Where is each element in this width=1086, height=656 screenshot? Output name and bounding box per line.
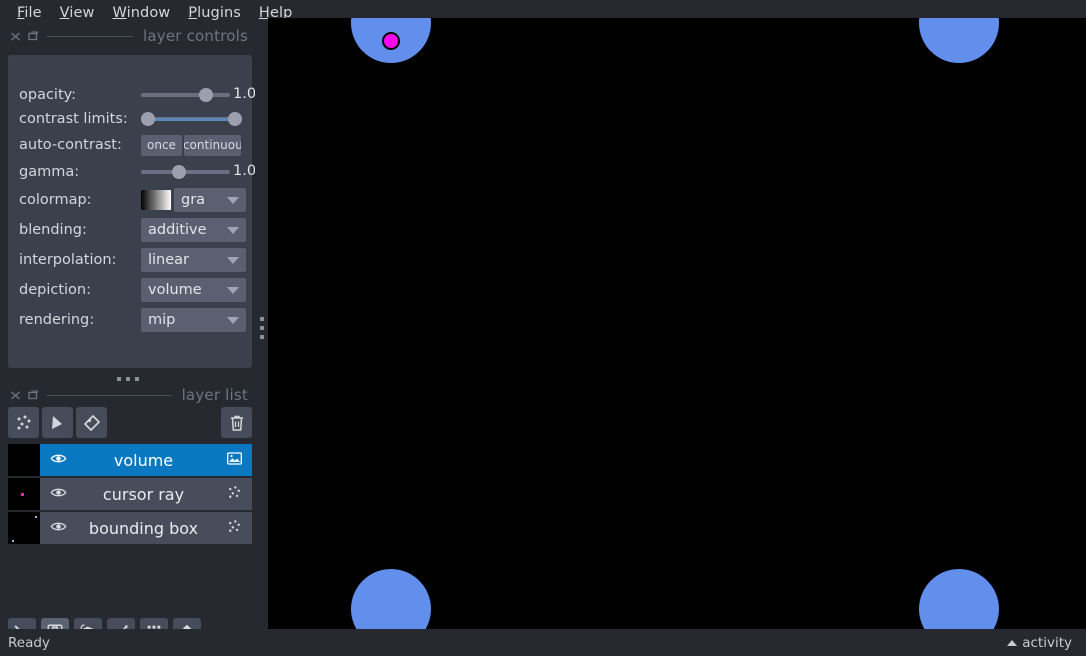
new-labels-layer-button[interactable]: [76, 407, 107, 438]
control-row-colormap: colormap: gra: [8, 187, 252, 213]
control-row-interpolation: interpolation: linear: [8, 247, 252, 273]
chevron-down-icon: [227, 317, 239, 324]
panel-splitter-handle[interactable]: [0, 372, 256, 386]
volume-sphere: [919, 569, 999, 629]
rendering-value: mip: [148, 312, 176, 328]
titlebar-rule: [47, 394, 172, 396]
layer-controls-title: layer controls: [142, 27, 248, 45]
rendering-dropdown[interactable]: mip: [141, 308, 246, 332]
opacity-label: opacity:: [19, 87, 77, 103]
interpolation-dropdown[interactable]: linear: [141, 248, 246, 272]
visibility-toggle-icon[interactable]: [50, 450, 67, 471]
points-icon: [226, 484, 243, 505]
depiction-dropdown[interactable]: volume: [141, 278, 246, 302]
labels-tag-icon: [83, 414, 100, 431]
auto-contrast-continuous-button[interactable]: continuous: [183, 134, 241, 156]
rendering-label: rendering:: [19, 312, 95, 328]
caret-up-icon: [1007, 639, 1018, 646]
float-icon[interactable]: [28, 27, 39, 46]
chevron-down-icon: [227, 197, 239, 204]
interpolation-label: interpolation:: [19, 252, 117, 268]
layer-list-title: layer list: [181, 386, 248, 404]
control-row-blending: blending: additive: [8, 217, 252, 243]
blending-label: blending:: [19, 222, 87, 238]
layer-thumbnail: [8, 478, 40, 510]
close-icon[interactable]: [10, 27, 21, 46]
layer-thumbnail: [8, 512, 40, 544]
layer-controls-dock-titlebar: layer controls: [0, 26, 256, 46]
layer-list: volume cursor ray bounding box: [8, 444, 252, 546]
control-row-opacity: opacity: 1.0: [8, 83, 255, 107]
control-row-depiction: depiction: volume: [8, 277, 252, 303]
control-row-rendering: rendering: mip: [8, 307, 252, 333]
colormap-swatch: [141, 190, 171, 210]
menu-plugins[interactable]: Plugins: [179, 3, 250, 23]
colormap-dropdown[interactable]: gra: [174, 188, 246, 212]
colormap-label: colormap:: [19, 192, 92, 208]
volume-sphere: [351, 569, 431, 629]
chevron-down-icon: [227, 287, 239, 294]
activity-button[interactable]: activity: [1007, 635, 1072, 651]
layer-name: cursor ray: [102, 484, 185, 504]
opacity-slider[interactable]: [141, 83, 230, 107]
trash-icon: [230, 415, 243, 431]
blending-value: additive: [148, 222, 207, 238]
visibility-toggle-icon[interactable]: [50, 518, 67, 539]
layer-controls-panel: opacity: 1.0 contrast limits: auto-contr…: [8, 55, 255, 368]
layer-name: bounding box: [88, 518, 199, 538]
visibility-toggle-icon[interactable]: [50, 484, 67, 505]
left-dock-panel: layer controls opacity: 1.0 contrast lim…: [0, 26, 256, 646]
new-points-layer-button[interactable]: [8, 407, 39, 438]
layer-name: volume: [113, 450, 174, 470]
napari-window: File View Window Plugins Help layer cont…: [0, 0, 1086, 656]
control-row-gamma: gamma: 1.0: [8, 160, 255, 184]
new-shapes-layer-button[interactable]: [42, 407, 73, 438]
image-icon: [226, 450, 243, 471]
titlebar-rule: [47, 35, 133, 37]
layer-row-cursor-ray[interactable]: cursor ray: [8, 478, 252, 510]
contrast-limits-label: contrast limits:: [19, 111, 128, 127]
auto-contrast-once-button[interactable]: once: [141, 134, 182, 156]
points-icon: [226, 518, 243, 539]
control-row-auto-contrast: auto-contrast: once continuous: [8, 133, 252, 157]
menu-file[interactable]: File: [8, 3, 51, 23]
viewer-canvas[interactable]: [268, 18, 1086, 629]
auto-contrast-label: auto-contrast:: [19, 137, 122, 153]
layer-row-bounding-box[interactable]: bounding box: [8, 512, 252, 544]
status-text: Ready: [8, 634, 50, 651]
interpolation-value: linear: [148, 252, 190, 268]
gamma-slider[interactable]: [141, 160, 230, 184]
chevron-down-icon: [227, 227, 239, 234]
volume-sphere: [919, 18, 999, 63]
layer-list-dock-titlebar: layer list: [0, 385, 256, 405]
points-icon: [17, 415, 30, 429]
layer-row-volume[interactable]: volume: [8, 444, 252, 476]
layer-action-buttons: [8, 407, 252, 438]
control-row-contrast-limits: contrast limits:: [8, 107, 252, 131]
blending-dropdown[interactable]: additive: [141, 218, 246, 242]
gamma-label: gamma:: [19, 164, 80, 180]
gamma-value: 1.0: [233, 163, 255, 179]
main-splitter-handle[interactable]: [256, 26, 268, 629]
colormap-value: gra: [181, 192, 206, 208]
opacity-value: 1.0: [233, 86, 255, 102]
menu-window[interactable]: Window: [103, 3, 179, 23]
cursor-ray-point: [382, 32, 400, 50]
layer-thumbnail: [8, 444, 40, 476]
status-bar: Ready activity: [0, 629, 1086, 656]
delete-layer-button[interactable]: [221, 407, 252, 438]
chevron-down-icon: [227, 257, 239, 264]
depiction-value: volume: [148, 282, 202, 298]
shapes-icon: [51, 415, 62, 429]
contrast-limits-slider[interactable]: [141, 107, 242, 131]
depiction-label: depiction:: [19, 282, 91, 298]
close-icon[interactable]: [10, 386, 21, 405]
menu-view[interactable]: View: [51, 3, 104, 23]
float-icon[interactable]: [28, 386, 39, 405]
activity-label: activity: [1022, 634, 1072, 651]
